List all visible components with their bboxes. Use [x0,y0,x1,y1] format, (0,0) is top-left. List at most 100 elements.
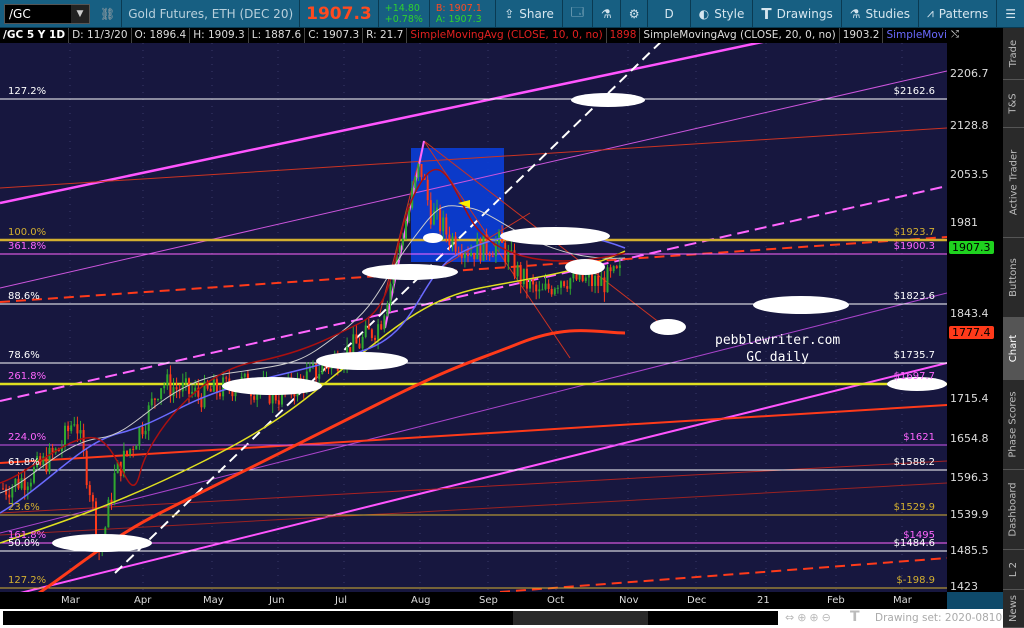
candle-body [26,486,29,490]
period-label: D [664,6,674,21]
sidebar-tab-active-trader[interactable]: Active Trader [1003,128,1024,238]
fib-price-label: $1735.7 [893,350,935,361]
candle-body [547,283,550,289]
sma10-label[interactable]: SimpleMovingAvg (CLOSE, 10, 0, no) [407,28,607,43]
chevron-down-icon[interactable]: ▼ [71,4,89,23]
candle-body [420,163,423,178]
candle-body [219,393,221,397]
candle-body [383,315,386,330]
symbol-value: /GC [9,6,31,21]
auto-scale-icon[interactable]: ⤭ [951,29,959,40]
sma20-label[interactable]: SimpleMovingAvg (CLOSE, 20, 0, no) [640,28,840,43]
drawings-button[interactable]: T Drawings [752,0,840,28]
settings-button[interactable]: ⚙ [619,0,648,28]
share-label: Share [519,6,554,21]
sma3-label[interactable]: SimpleMovingAvg ... [883,28,947,43]
sidebar-tab-trade[interactable]: Trade [1003,28,1024,80]
candle-body [212,379,215,392]
candle-body [147,405,150,431]
watermark-annotation: pebblewriter.com GC daily [715,332,840,366]
candle-body [33,467,35,483]
candle-body [603,277,606,293]
candle-body [470,252,473,256]
sidebar-tab-chart[interactable]: Chart [1003,318,1024,380]
scrollbar-thumb[interactable] [513,611,648,625]
chart-canvas[interactable] [0,43,947,592]
net-change: +14.80 [384,2,420,14]
sidebar-tab-phase-scores[interactable]: Phase Scores [1003,380,1024,470]
date-label: Sep [479,595,498,606]
candle-body [138,426,141,446]
candle-body [79,430,82,434]
last-price: 1907.3 [306,3,372,24]
studies-button[interactable]: ⚗ Studies [840,0,918,28]
horizontal-scrollbar[interactable] [3,611,778,625]
price-chart[interactable]: 127.2% 100.0% 361.8% 88.6% 78.6% 261.8% 224.0%… [0,43,947,592]
candle-body [243,373,246,377]
sidebar-tab-label: Trade [1008,39,1020,68]
candle-body [615,266,618,268]
patterns-button[interactable]: ⩘ Patterns [918,0,996,28]
flask-button[interactable]: ⚗ [591,0,620,28]
fib-price-label: $2162.6 [893,86,935,97]
candle-body [126,450,128,455]
candle-body [175,387,178,390]
sidebar-tab-l-2[interactable]: L 2 [1003,550,1024,590]
candle-body [591,273,593,286]
sidebar-tab-dashboard[interactable]: Dashboard [1003,470,1024,550]
sidebar-tab-news[interactable]: News [1003,590,1024,628]
drawing-set-label[interactable]: Drawing set: 2020-0810 [875,612,1002,624]
bottom-bar: ⇔⊕⊕⊖ T Drawing set: 2020-0810 [0,609,1003,628]
style-button[interactable]: ◐ Style [689,0,753,28]
candle-body [225,377,228,379]
bid-price: B: 1907.1 [435,2,482,14]
zoom-icons[interactable]: ⇔⊕⊕⊖ [785,611,834,624]
candle-body [132,448,135,450]
candle-body [160,388,163,400]
candle-body [451,236,454,246]
candle-body [597,275,600,286]
sidebar-tab-label: Dashboard [1008,482,1020,537]
candle-body [553,288,556,295]
gear-icon: ⚙ [628,6,640,21]
fib-price-label: $1621 [903,432,935,443]
fib-price-label: $1923.7 [893,227,935,238]
sidebar-tab-t-s[interactable]: T&S [1003,80,1024,128]
candle-body [135,445,138,450]
alert-button[interactable]: 🗔 [561,0,592,28]
fib-price-label: $1529.9 [893,502,935,513]
candle-body [479,239,482,261]
price-axis-label: 1423 [950,580,978,593]
price-axis-label: 1485.5 [950,544,989,557]
symbol-input[interactable]: /GC ▼ [4,3,90,24]
symbol-description: Gold Futures, ETH (DEC 20) [128,6,294,21]
candle-body [11,486,14,498]
ask-price: A: 1907.3 [435,13,482,25]
candle-body [163,385,166,389]
sidebar-tab-buttons[interactable]: Buttons [1003,238,1024,318]
studies-label: Studies [865,6,911,21]
sidebar-tab-label: News [1008,594,1019,623]
text-icon[interactable]: T [850,609,860,625]
fib-price-label: $1697.7 [893,371,935,382]
candle-body [426,179,429,201]
candle-body [609,267,612,272]
candle-body [141,426,144,435]
flask-icon: ⚗ [600,6,612,21]
date-label: May [203,595,224,606]
price-axis[interactable]: ⤭ 2206.7 2128.8 2053.5 1981 1843.4 1715.4 1654… [947,28,1003,593]
date-label: Mar [61,595,80,606]
candle-body [491,256,494,258]
candle-body [606,267,609,293]
candle-body [82,430,85,451]
candle-body [488,253,491,257]
candle-body [113,473,116,503]
candle-body [64,425,66,447]
sidebar-tab-label: L 2 [1008,561,1019,578]
share-button[interactable]: ⇪ Share [495,0,562,28]
link-icon[interactable]: ⛓ [100,7,115,21]
menu-button[interactable]: ☰ [996,0,1024,28]
candle-body [386,304,389,316]
candle-body [566,286,569,289]
period-button[interactable]: D [647,0,689,28]
